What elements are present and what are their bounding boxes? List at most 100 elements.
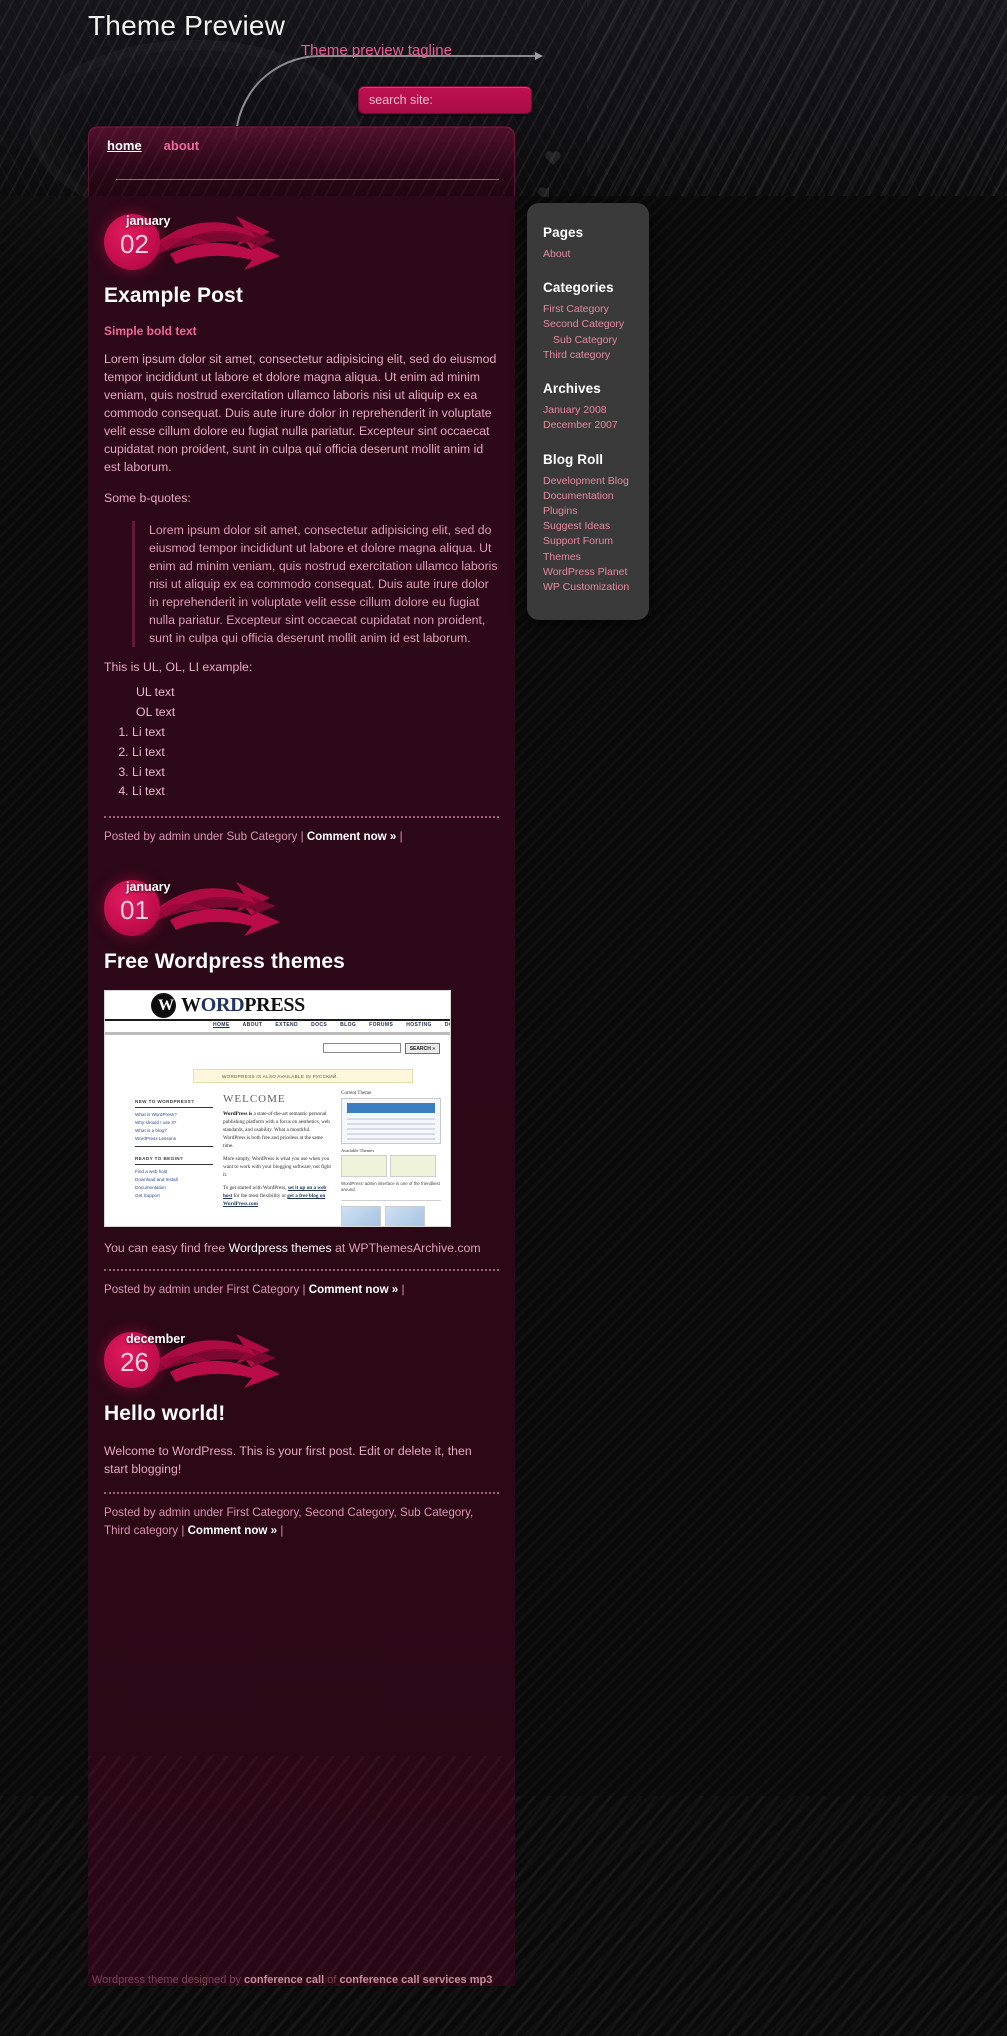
wp-available-themes-title: Available Themes: [341, 1147, 375, 1153]
list-item: Li text: [132, 723, 499, 743]
comment-now-link[interactable]: Comment now »: [309, 1283, 399, 1296]
wp-left-heading-1: NEW TO WORDPRESS?: [135, 1099, 213, 1108]
footer-link-conference-call[interactable]: conference call: [244, 1974, 324, 1986]
wp-nav-blog[interactable]: BLOG: [340, 1022, 356, 1028]
footer-link-mp3[interactable]: mp3: [470, 1974, 493, 1986]
comment-now-link[interactable]: Comment now »: [307, 830, 397, 843]
wp-search-button[interactable]: SEARCH »: [404, 1042, 440, 1054]
wp-promo-image: [341, 1205, 381, 1226]
sidebar-link-plugins[interactable]: Plugins: [543, 504, 649, 519]
sidebar-link-sub-category[interactable]: Sub Category: [543, 333, 649, 348]
sidebar-link-third-category[interactable]: Third category: [543, 348, 649, 363]
sidebar-link-january-2008[interactable]: January 2008: [543, 403, 649, 418]
wp-theme-thumb[interactable]: [390, 1154, 436, 1177]
wp-left-link[interactable]: Find a web host: [135, 1169, 213, 1174]
wp-theme-thumb[interactable]: [341, 1154, 387, 1177]
post-date-badge: december 26: [104, 1328, 499, 1396]
wp-nav-items: HOME ABOUT EXTEND DOCS BLOG FORUMS HOSTI…: [213, 1022, 450, 1028]
main-navigation[interactable]: home about: [107, 138, 199, 153]
wp-left-link[interactable]: Get Support: [135, 1193, 213, 1198]
sidebar-link-wordpress-planet[interactable]: WordPress Planet: [543, 565, 649, 580]
wp-left-link[interactable]: Documentation: [135, 1185, 213, 1190]
post-meta-prefix: Posted by admin under First Category, Se…: [104, 1506, 474, 1537]
wp-left-link[interactable]: WordPress Lessons: [135, 1136, 213, 1141]
wp-welcome-heading: WELCOME: [223, 1092, 286, 1105]
search-box[interactable]: [358, 86, 532, 114]
sidebar-link-about[interactable]: About: [543, 247, 649, 262]
sidebar-link-second-category[interactable]: Second Category: [543, 317, 649, 332]
wp-left-link[interactable]: Download and Install: [135, 1177, 213, 1182]
wp-promo-image: [385, 1205, 425, 1226]
wordpress-screenshot-image[interactable]: WORDPRESS HOME ABOUT EXTEND DOCS BLOG FO…: [104, 989, 451, 1227]
sidebar-link-documentation[interactable]: Documentation: [543, 489, 649, 504]
footer-text-2: of: [324, 1974, 340, 1986]
comment-now-link[interactable]: Comment now »: [188, 1524, 278, 1537]
wp-theme-line: [347, 1117, 435, 1120]
wp-theme-line: [347, 1127, 435, 1130]
wp-theme-line: [347, 1132, 435, 1135]
wp-locale-notice: WORDPRESS IS ALSO AVAILABLE IN РУССКИЙ.: [193, 1068, 413, 1083]
wp-theme-thumbnails: [341, 1154, 441, 1177]
wp-theme-preview-card: [341, 1097, 441, 1144]
post-paragraph: Welcome to WordPress. This is your first…: [104, 1444, 472, 1477]
post-divider: [104, 1492, 499, 1495]
nav-item-about[interactable]: about: [164, 138, 199, 153]
sidebar-heading-pages: Pages: [543, 225, 584, 240]
post-meta-suffix: |: [277, 1523, 284, 1537]
wp-search-input[interactable]: [322, 1043, 401, 1054]
sidebar-link-suggest-ideas[interactable]: Suggest Ideas: [543, 519, 649, 534]
caption-after: at WPThemesArchive.com: [331, 1240, 481, 1255]
wp-left-divider: [135, 1145, 213, 1147]
list-item: Li text: [132, 782, 499, 802]
post-month: january: [126, 879, 171, 894]
wp-paragraph-1: WordPress is a state-of-the-art semantic…: [223, 1110, 331, 1150]
caption-before: You can easy find free: [104, 1240, 229, 1255]
footer-text-1: Wordpress theme designed by: [92, 1974, 245, 1986]
wp-left-link[interactable]: What is a blog?: [135, 1128, 213, 1133]
post-month: january: [126, 214, 171, 228]
wp-left-heading-2: READY TO BEGIN?: [135, 1156, 213, 1165]
post-meta-prefix: Posted by admin under First Category |: [104, 1282, 309, 1296]
post-day: 02: [120, 229, 149, 259]
nav-divider: [116, 179, 499, 180]
wp-nav-download[interactable]: DOWNLOAD: [445, 1022, 450, 1028]
wp-nav-home[interactable]: HOME: [213, 1022, 230, 1028]
post-title[interactable]: Free Wordpress themes: [104, 950, 499, 974]
wp-theme-line: [347, 1137, 435, 1140]
ordered-list: Li text Li text Li text Li text: [104, 723, 499, 803]
nav-item-home[interactable]: home: [107, 138, 142, 153]
wp-nav-docs[interactable]: DOCS: [311, 1022, 327, 1028]
post-bold-lead: Simple bold text: [104, 324, 197, 338]
wp-p3-b: for the most flexibility or: [232, 1193, 288, 1200]
sidebar-link-support-forum[interactable]: Support Forum: [543, 534, 649, 549]
wp-current-theme-title: Current Theme: [341, 1090, 372, 1096]
sidebar-link-development-blog[interactable]: Development Blog: [543, 474, 649, 489]
caption-link[interactable]: Wordpress themes: [229, 1241, 332, 1255]
post-month: december: [126, 1332, 186, 1347]
sidebar-group-pages: Pages About: [543, 225, 649, 262]
sidebar-link-first-category[interactable]: First Category: [543, 302, 649, 317]
post-title[interactable]: Example Post: [104, 284, 499, 308]
wp-brand-p: P: [244, 993, 257, 1016]
post-title[interactable]: Hello world!: [104, 1402, 499, 1426]
footer-credit: Wordpress theme designed by conference c…: [88, 1974, 515, 2004]
sidebar-link-december-2007[interactable]: December 2007: [543, 418, 649, 433]
wp-left-link[interactable]: Why should I use it?: [135, 1120, 213, 1125]
wp-brand-ress: RESS: [256, 993, 306, 1016]
wp-theme-line: [347, 1122, 435, 1125]
sidebar-group-categories: Categories First Category Second Categor…: [543, 280, 649, 363]
sidebar-link-wp-customization[interactable]: WP Customization: [543, 580, 649, 595]
wp-admin-note: WordPress' admin interface is one of the…: [341, 1180, 440, 1193]
wp-nav-extend[interactable]: EXTEND: [275, 1022, 298, 1028]
wp-left-link[interactable]: What is WordPress?: [135, 1112, 213, 1117]
wp-nav-hosting[interactable]: HOSTING: [406, 1022, 432, 1028]
post-free-wordpress-themes: january 01 Free Wordpress themes WORDPRE…: [88, 876, 515, 1298]
search-input[interactable]: [359, 87, 531, 113]
sidebar-link-themes[interactable]: Themes: [543, 550, 649, 565]
footer-link-conference-call-services[interactable]: conference call services: [339, 1974, 466, 1986]
ol-label: OL text: [136, 704, 176, 719]
wp-body: NEW TO WORDPRESS? What is WordPress? Why…: [105, 1089, 450, 1226]
wp-nav-about[interactable]: ABOUT: [243, 1022, 263, 1028]
wp-nav-forums[interactable]: FORUMS: [369, 1022, 393, 1028]
wp-search[interactable]: SEARCH »: [322, 1042, 440, 1054]
